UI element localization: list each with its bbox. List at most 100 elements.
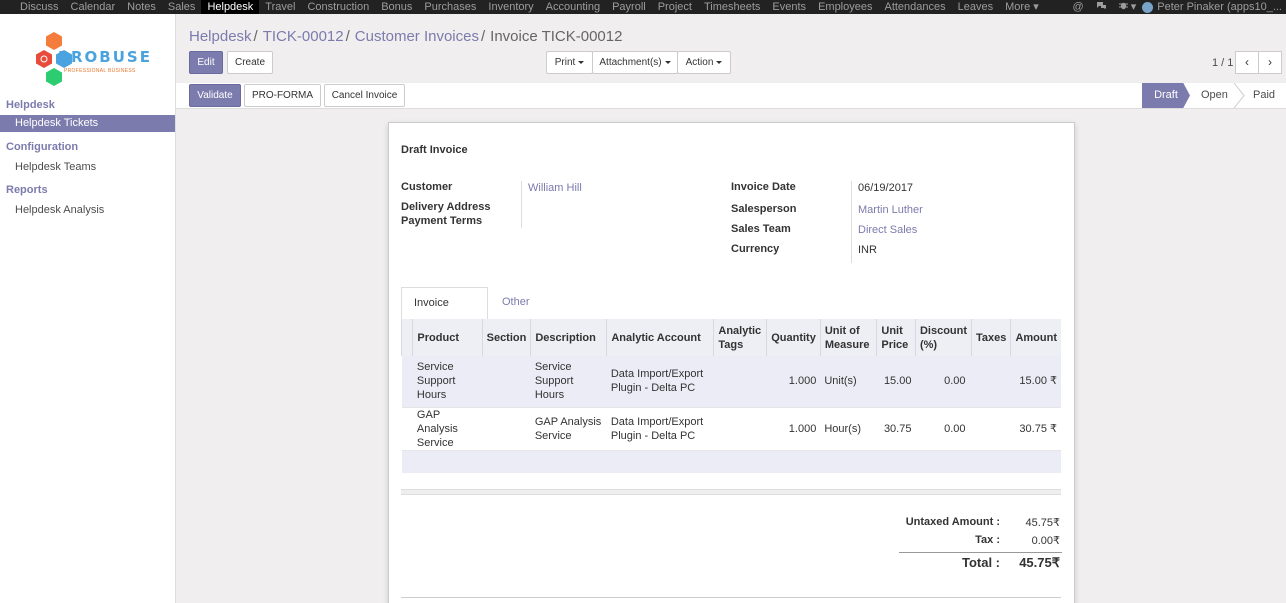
breadcrumb-sep: / (253, 28, 258, 45)
cell-description: GAP Analysis Service (530, 406, 607, 450)
stage-draft[interactable]: Draft (1142, 83, 1190, 108)
attachments-dropdown[interactable]: Attachment(s) (592, 51, 678, 74)
sidebar-item-teams[interactable]: Helpdesk Teams (0, 159, 175, 176)
salesperson-link[interactable]: Martin Luther (858, 204, 923, 216)
invoice-date-label: Invoice Date (731, 181, 796, 193)
invoice-lines-table: Product Section Description Analytic Acc… (400, 319, 1061, 473)
chat-icon[interactable] (1090, 0, 1113, 14)
logo-word: PROBUSE (58, 48, 152, 66)
sidebar-item-tickets[interactable]: Helpdesk Tickets (0, 115, 175, 132)
stage-paid[interactable]: Paid (1253, 83, 1275, 108)
systray: @ ▾ Peter Pinaker (apps10_... (1067, 0, 1286, 14)
col-quantity[interactable]: Quantity (766, 319, 821, 356)
tab-invoice-lines[interactable]: Invoice Lines (401, 287, 488, 340)
menu-payroll[interactable]: Payroll (606, 0, 652, 14)
col-amount[interactable]: Amount (1010, 319, 1061, 356)
cell-discount: 0.00 (915, 406, 972, 450)
breadcrumb-sep: / (345, 28, 350, 45)
cell-taxes (971, 406, 1011, 450)
menu-attendances[interactable]: Attendances (878, 0, 951, 14)
customer-link[interactable]: William Hill (528, 182, 582, 194)
sidebar: PROBUSE PROFESSIONAL BUSINESS Helpdesk H… (0, 14, 176, 603)
field-divider (851, 181, 852, 263)
cancel-invoice-button[interactable]: Cancel Invoice (324, 84, 405, 107)
cell-amount: 30.75 ₹ (1010, 406, 1061, 450)
print-dropdown[interactable]: Print (546, 51, 593, 74)
avatar (1142, 1, 1154, 13)
cell-analytic-tags (713, 356, 767, 407)
menu-more[interactable]: More ▾ (999, 0, 1045, 14)
col-analytic-account[interactable]: Analytic Account (606, 319, 714, 356)
delivery-address-label: Delivery Address (401, 201, 491, 213)
col-product[interactable]: Product (412, 319, 483, 356)
invoice-title: Draft Invoice (401, 144, 468, 156)
menu-timesheets[interactable]: Timesheets (698, 0, 766, 14)
menu-events[interactable]: Events (766, 0, 812, 14)
proforma-button[interactable]: PRO-FORMA (244, 84, 321, 107)
caret-down-icon: ▾ (1033, 1, 1039, 13)
menu-employees[interactable]: Employees (812, 0, 878, 14)
menu-accounting[interactable]: Accounting (540, 0, 606, 14)
user-menu[interactable]: Peter Pinaker (apps10_... (1142, 1, 1286, 13)
menu-purchases[interactable]: Purchases (418, 0, 482, 14)
stage-open[interactable]: Open (1201, 83, 1228, 108)
col-discount[interactable]: Discount (%) (914, 319, 972, 356)
action-dropdown[interactable]: Action (677, 51, 731, 74)
cell-analytic-account: Data Import/Export Plugin - Delta PC (606, 356, 714, 407)
attachments-label: Attachment(s) (599, 57, 662, 68)
table-row[interactable]: GAP Analysis Service GAP Analysis Servic… (401, 406, 1061, 450)
col-analytic-tags[interactable]: Analytic Tags (713, 319, 767, 356)
at-icon[interactable]: @ (1067, 0, 1090, 14)
menu-discuss[interactable]: Discuss (14, 0, 65, 14)
table-row[interactable]: Service Support Hours Service Support Ho… (401, 356, 1061, 407)
pager-next-button[interactable]: › (1258, 51, 1282, 74)
total-value: 45.75₹ (1019, 555, 1060, 570)
cell-analytic-account: Data Import/Export Plugin - Delta PC (606, 406, 714, 450)
pager-prev-button[interactable]: ‹ (1235, 51, 1259, 74)
menu-leaves[interactable]: Leaves (952, 0, 999, 14)
create-button[interactable]: Create (227, 51, 273, 74)
menu-calendar[interactable]: Calendar (65, 0, 122, 14)
menu-sales[interactable]: Sales (162, 0, 202, 14)
tab-other-info[interactable]: Other Info (490, 287, 542, 339)
top-navbar: Discuss Calendar Notes Sales Helpdesk Tr… (0, 0, 1286, 14)
breadcrumb-invoices[interactable]: Customer Invoices (355, 28, 479, 45)
validate-button[interactable]: Validate (189, 84, 241, 107)
action-label: Action (685, 57, 714, 68)
section-divider (401, 489, 1061, 495)
app-menu: Discuss Calendar Notes Sales Helpdesk Tr… (0, 0, 1045, 14)
col-description[interactable]: Description (530, 319, 607, 356)
menu-inventory[interactable]: Inventory (482, 0, 539, 14)
menu-construction[interactable]: Construction (301, 0, 375, 14)
field-divider (521, 181, 522, 228)
menu-bonus[interactable]: Bonus (375, 0, 418, 14)
cell-unit-price: 30.75 (876, 406, 916, 450)
breadcrumb: Helpdesk / TICK-00012/ Customer Invoices /… (189, 28, 622, 45)
col-taxes[interactable]: Taxes (971, 319, 1011, 356)
breadcrumb-helpdesk[interactable]: Helpdesk (189, 28, 252, 45)
cell-discount: 0.00 (915, 356, 972, 407)
bug-icon[interactable]: ▾ (1113, 0, 1143, 14)
menu-travel[interactable]: Travel (259, 0, 301, 14)
col-section[interactable]: Section (481, 319, 531, 356)
untaxed-amount-label: Untaxed Amount : (905, 516, 1000, 528)
edit-button[interactable]: Edit (189, 51, 223, 74)
sidebar-item-analysis[interactable]: Helpdesk Analysis (0, 202, 175, 219)
menu-more-label: More (1005, 1, 1031, 13)
menu-project[interactable]: Project (652, 0, 698, 14)
breadcrumb-ticket[interactable]: TICK-00012 (263, 28, 344, 45)
breadcrumb-sep: / (480, 28, 486, 45)
tax-value: 0.00₹ (1031, 535, 1060, 547)
row-handle-header (400, 319, 413, 356)
menu-notes[interactable]: Notes (121, 0, 162, 14)
menu-helpdesk[interactable]: Helpdesk (201, 0, 260, 14)
sales-team-link[interactable]: Direct Sales (858, 224, 917, 236)
col-unit-price[interactable]: Unit Price (876, 319, 916, 356)
col-uom[interactable]: Unit of Measure (819, 319, 877, 356)
empty-cell (401, 449, 1061, 473)
customer-label: Customer (401, 181, 453, 193)
chevron-right-icon: › (1268, 55, 1272, 69)
caret-down-icon (578, 60, 585, 64)
cell-section (482, 406, 531, 450)
total-label: Total : (961, 555, 1000, 570)
